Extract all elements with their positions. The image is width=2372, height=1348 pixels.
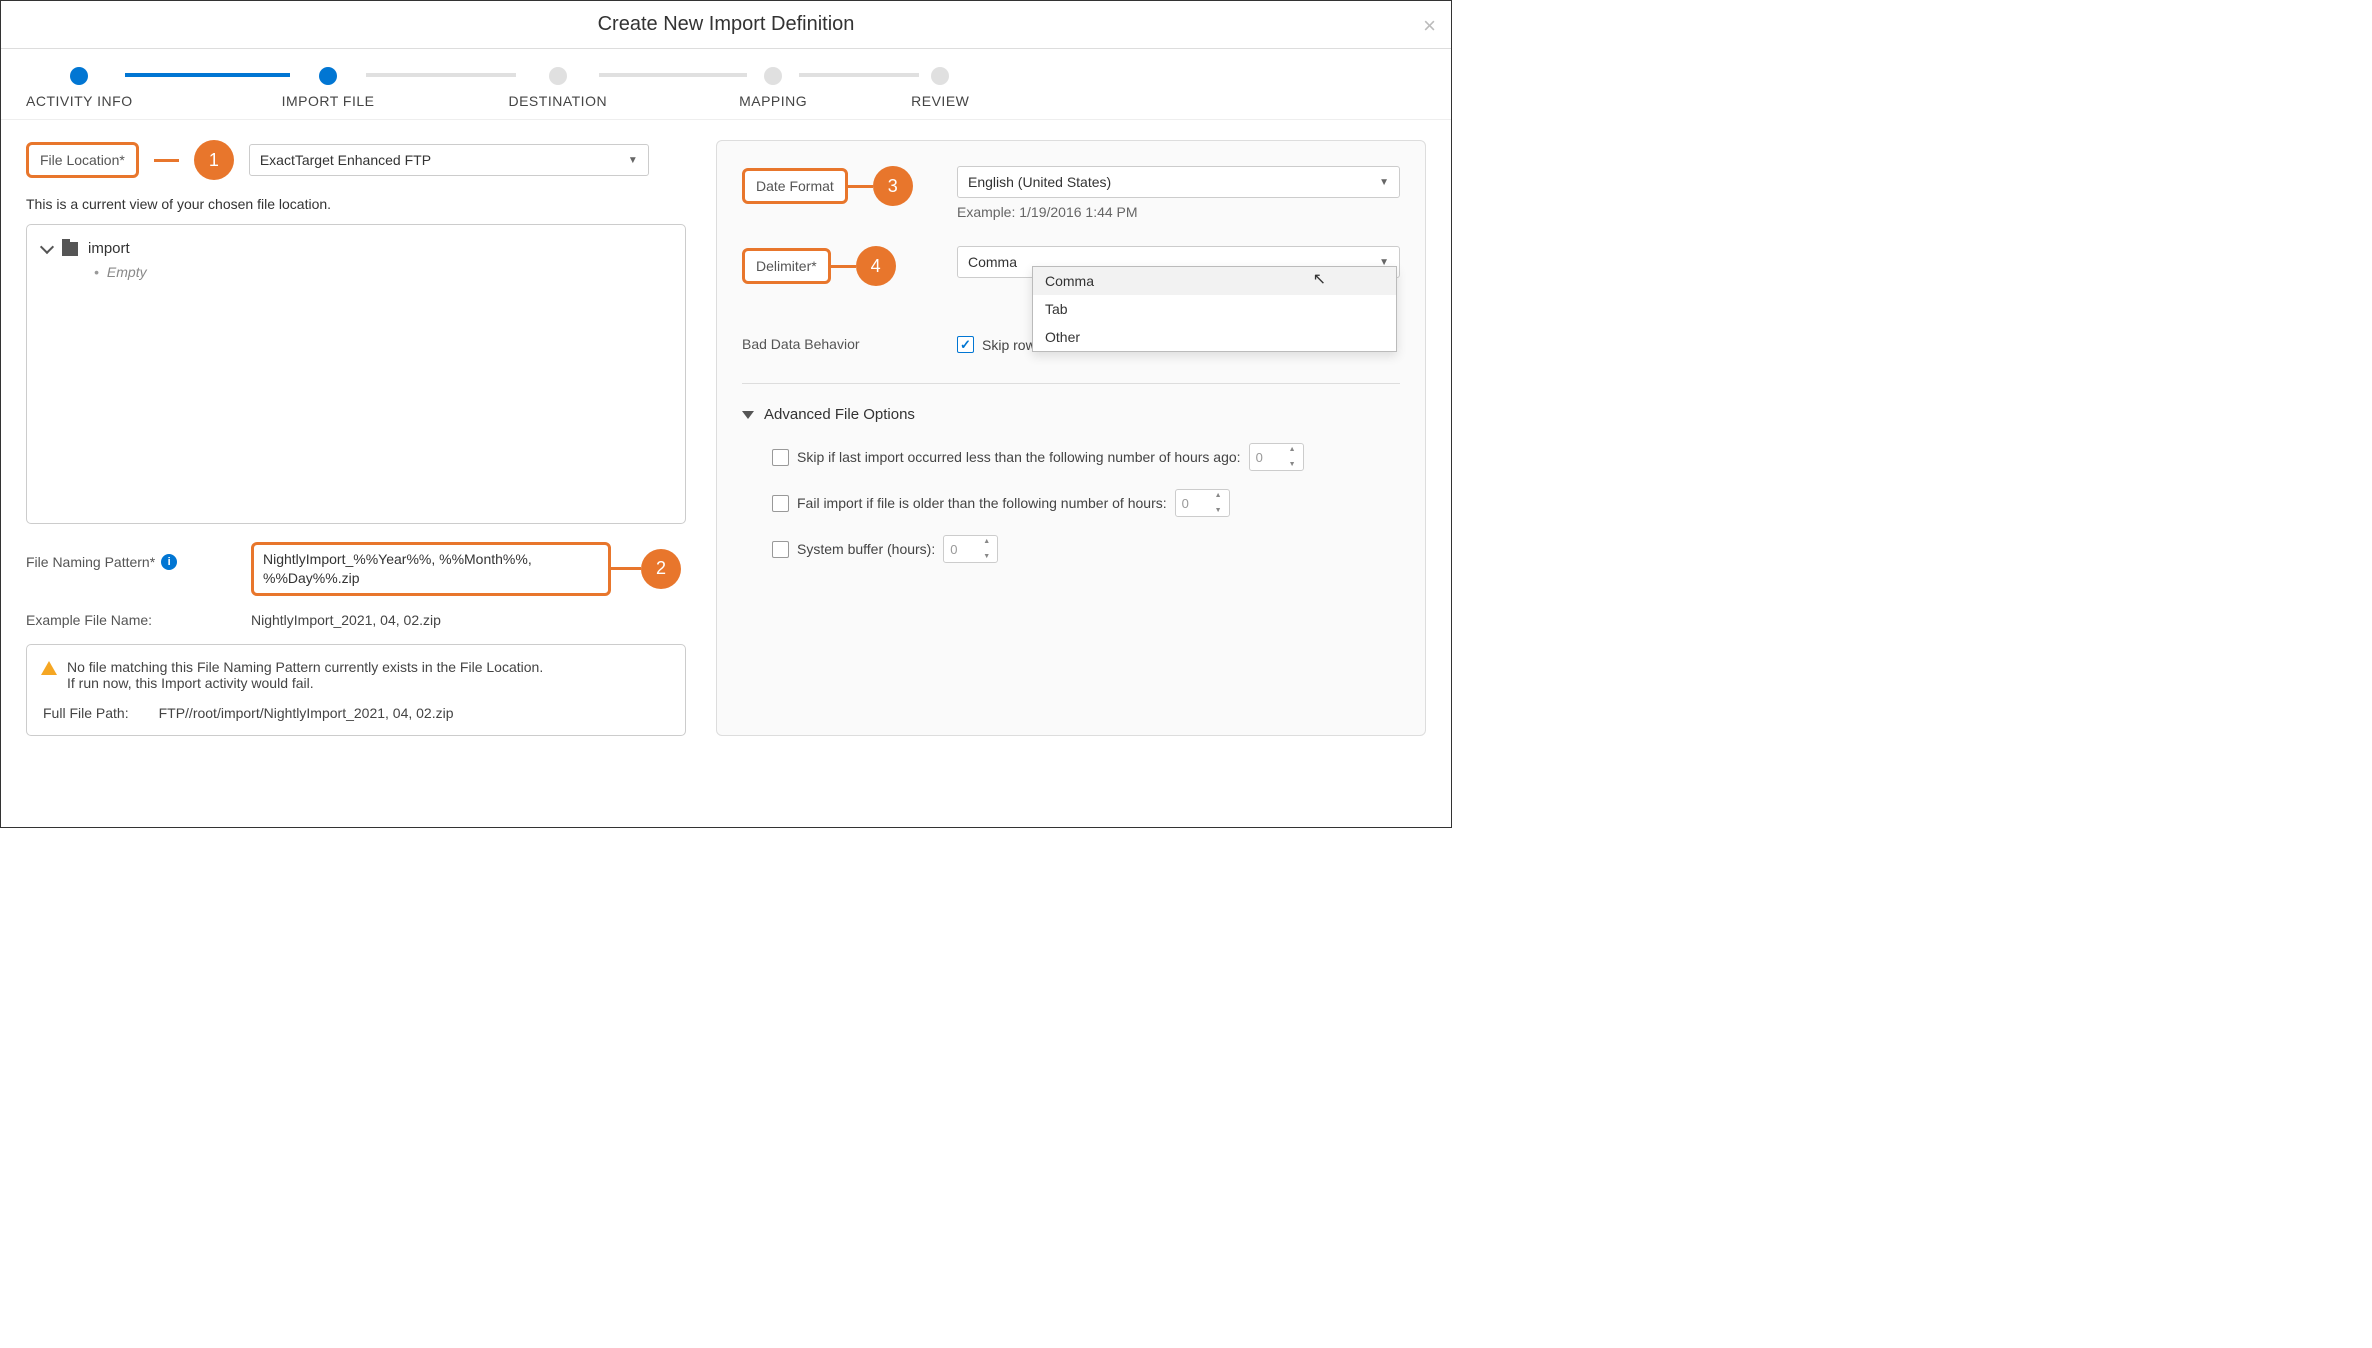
step-label: IMPORT FILE bbox=[282, 93, 375, 109]
select-value: ExactTarget Enhanced FTP bbox=[260, 152, 431, 168]
adv-skip-row: Skip if last import occurred less than t… bbox=[772, 443, 1400, 471]
spinner-icon[interactable]: ▲▼ bbox=[983, 538, 995, 560]
warning-icon bbox=[41, 661, 57, 675]
pattern-label: File Naming Pattern* bbox=[26, 554, 155, 570]
stepper: ACTIVITY INFO IMPORT FILE DESTINATION MA… bbox=[1, 49, 1451, 120]
chevron-down-icon[interactable] bbox=[40, 239, 54, 253]
step-label: REVIEW bbox=[911, 93, 969, 109]
file-location-row: File Location* 1 ExactTarget Enhanced FT… bbox=[26, 140, 686, 180]
step-dot-icon bbox=[549, 67, 567, 85]
cursor-icon: ↖ bbox=[1313, 269, 1326, 289]
adv-fail-checkbox[interactable] bbox=[772, 495, 789, 512]
tree-empty: Empty bbox=[94, 264, 670, 280]
bad-data-label: Bad Data Behavior bbox=[742, 336, 872, 352]
date-format-select[interactable]: English (United States) ▼ bbox=[957, 166, 1400, 198]
step-dot-icon bbox=[764, 67, 782, 85]
info-icon[interactable]: i bbox=[161, 554, 177, 570]
annotation-marker-2: 2 bbox=[641, 549, 681, 589]
advanced-header-label: Advanced File Options bbox=[764, 406, 915, 423]
left-panel: File Location* 1 ExactTarget Enhanced FT… bbox=[26, 140, 686, 736]
step-label: ACTIVITY INFO bbox=[26, 93, 133, 109]
delimiter-dropdown[interactable]: Comma ↖ Tab Other bbox=[1032, 266, 1397, 352]
annotation-connector bbox=[848, 185, 873, 188]
step-bar bbox=[125, 73, 290, 77]
adv-skip-input[interactable]: 0 ▲▼ bbox=[1249, 443, 1304, 471]
step-review[interactable]: REVIEW bbox=[911, 67, 969, 109]
step-dot-icon bbox=[70, 67, 88, 85]
pattern-row: File Naming Pattern* i NightlyImport_%%Y… bbox=[26, 542, 686, 596]
date-format-label: Date Format bbox=[742, 168, 848, 204]
num-value: 0 bbox=[1182, 496, 1189, 511]
adv-buffer-checkbox[interactable] bbox=[772, 541, 789, 558]
annotation-connector bbox=[831, 265, 856, 268]
body: File Location* 1 ExactTarget Enhanced FT… bbox=[1, 120, 1451, 756]
adv-buffer-label: System buffer (hours): bbox=[797, 541, 935, 557]
warning-line2: If run now, this Import activity would f… bbox=[67, 675, 543, 691]
path-label: Full File Path: bbox=[43, 705, 129, 721]
step-bar bbox=[799, 73, 919, 77]
spinner-icon[interactable]: ▲▼ bbox=[1289, 446, 1301, 468]
tree-root-label: import bbox=[88, 240, 130, 257]
step-label: DESTINATION bbox=[508, 93, 607, 109]
step-dot-icon bbox=[931, 67, 949, 85]
file-tree[interactable]: import Empty bbox=[26, 224, 686, 524]
example-row: Example File Name: NightlyImport_2021, 0… bbox=[26, 612, 686, 628]
step-activity-info[interactable]: ACTIVITY INFO bbox=[26, 67, 133, 109]
step-bar bbox=[366, 73, 516, 77]
warning-box: No file matching this File Naming Patter… bbox=[26, 644, 686, 736]
annotation-marker-3: 3 bbox=[873, 166, 913, 206]
adv-skip-label: Skip if last import occurred less than t… bbox=[797, 449, 1241, 465]
adv-fail-label: Fail import if file is older than the fo… bbox=[797, 495, 1167, 511]
dropdown-item-label: Comma bbox=[1045, 273, 1094, 289]
dropdown-item-other[interactable]: Other bbox=[1033, 323, 1396, 351]
bad-data-checkbox[interactable] bbox=[957, 336, 974, 353]
file-location-label: File Location* bbox=[26, 142, 139, 178]
num-value: 0 bbox=[1256, 450, 1263, 465]
adv-buffer-row: System buffer (hours): 0 ▲▼ bbox=[772, 535, 1400, 563]
triangle-down-icon bbox=[742, 411, 754, 419]
step-label: MAPPING bbox=[739, 93, 807, 109]
date-format-example: Example: 1/19/2016 1:44 PM bbox=[957, 204, 1400, 220]
close-button[interactable]: × bbox=[1423, 13, 1436, 39]
step-import-file[interactable]: IMPORT FILE bbox=[282, 67, 375, 109]
path-value: FTP//root/import/NightlyImport_2021, 04,… bbox=[159, 705, 454, 721]
adv-buffer-input[interactable]: 0 ▲▼ bbox=[943, 535, 998, 563]
tree-root-row[interactable]: import bbox=[42, 240, 670, 257]
adv-skip-checkbox[interactable] bbox=[772, 449, 789, 466]
pattern-input[interactable]: NightlyImport_%%Year%%, %%Month%%, %%Day… bbox=[251, 542, 611, 596]
file-location-select[interactable]: ExactTarget Enhanced FTP ▼ bbox=[249, 144, 649, 176]
dropdown-item-comma[interactable]: Comma ↖ bbox=[1033, 267, 1396, 295]
step-bar bbox=[599, 73, 747, 77]
advanced-header[interactable]: Advanced File Options bbox=[742, 406, 1400, 423]
spinner-icon[interactable]: ▲▼ bbox=[1215, 492, 1227, 514]
annotation-connector bbox=[611, 567, 641, 570]
adv-fail-input[interactable]: 0 ▲▼ bbox=[1175, 489, 1230, 517]
annotation-marker-1: 1 bbox=[194, 140, 234, 180]
select-value: English (United States) bbox=[968, 174, 1111, 190]
delimiter-label: Delimiter* bbox=[742, 248, 831, 284]
example-label: Example File Name: bbox=[26, 612, 201, 628]
warning-line1: No file matching this File Naming Patter… bbox=[67, 659, 543, 675]
step-mapping[interactable]: MAPPING bbox=[739, 67, 807, 109]
right-panel: Date Format 3 English (United States) ▼ … bbox=[716, 140, 1426, 736]
folder-icon bbox=[62, 242, 78, 256]
annotation-marker-4: 4 bbox=[856, 246, 896, 286]
date-format-row: Date Format 3 English (United States) ▼ … bbox=[742, 166, 1400, 220]
example-value: NightlyImport_2021, 04, 02.zip bbox=[216, 612, 441, 628]
divider bbox=[742, 383, 1400, 384]
step-dot-icon bbox=[319, 67, 337, 85]
dropdown-item-tab[interactable]: Tab bbox=[1033, 295, 1396, 323]
modal-title: Create New Import Definition bbox=[598, 13, 855, 36]
annotation-connector bbox=[154, 159, 179, 162]
num-value: 0 bbox=[950, 542, 957, 557]
select-value: Comma bbox=[968, 254, 1017, 270]
modal: Create New Import Definition × ACTIVITY … bbox=[0, 0, 1452, 828]
modal-header: Create New Import Definition × bbox=[1, 1, 1451, 49]
step-destination[interactable]: DESTINATION bbox=[508, 67, 607, 109]
adv-fail-row: Fail import if file is older than the fo… bbox=[772, 489, 1400, 517]
caret-down-icon: ▼ bbox=[628, 155, 638, 166]
caret-down-icon: ▼ bbox=[1379, 177, 1389, 188]
file-location-help: This is a current view of your chosen fi… bbox=[26, 196, 686, 212]
